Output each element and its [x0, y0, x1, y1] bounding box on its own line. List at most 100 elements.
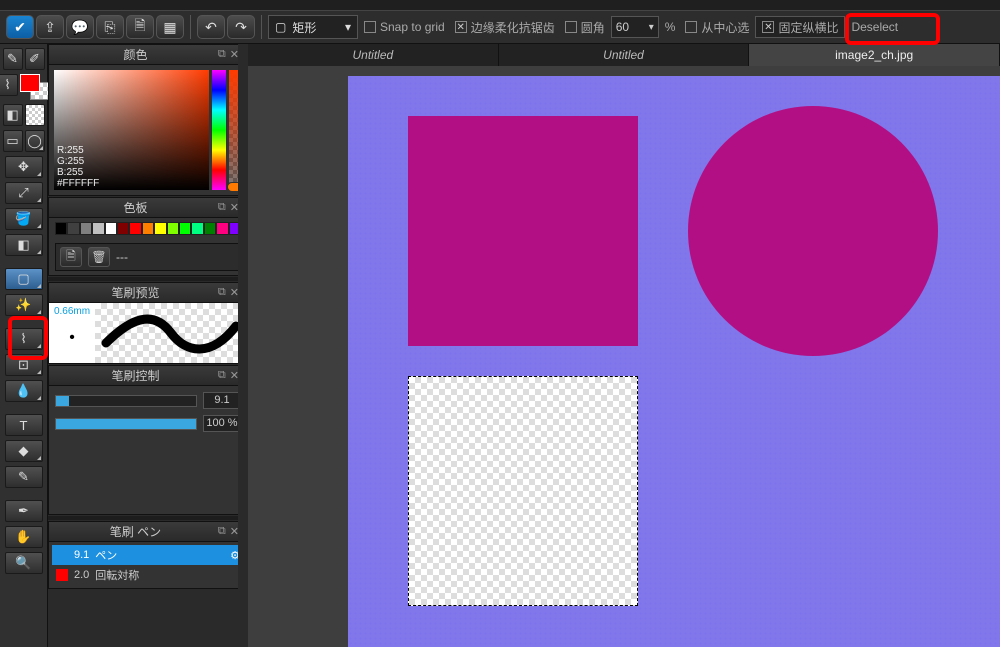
delete-swatch-button[interactable]: 🗑 [88, 247, 110, 267]
brush-row[interactable]: 2.0 回転対称 [52, 565, 244, 585]
rect-tool[interactable]: ▭ [3, 130, 23, 152]
gradient-tool[interactable]: ◧ [5, 234, 43, 256]
deselect-button[interactable]: Deselect [847, 20, 902, 34]
panel-header[interactable]: 笔刷控制 ⧉ ✕ [49, 366, 247, 386]
lock-aspect-option[interactable]: 固定纵横比 [755, 16, 845, 38]
brush-size: 2.0 [74, 569, 89, 581]
panel-header[interactable]: 颜色 ⧉ ✕ [49, 45, 247, 65]
g-value: G:255 [57, 156, 99, 167]
swatch[interactable] [129, 222, 141, 235]
ellipse-tool[interactable]: ◯ [25, 130, 45, 152]
brush-tool[interactable]: ✎ [3, 48, 23, 70]
main-toolbar: ✔ ⇪ 💬 ⎘ 🗎 ▦ ↶ ↷ ▢ 矩形 ▾ Snap to grid 边缘柔化… [0, 10, 1000, 44]
doc-tab[interactable]: image2_ch.jpg [749, 44, 1000, 66]
eraser-tool[interactable]: ◧ [3, 104, 23, 126]
swatch[interactable] [67, 222, 79, 235]
swatch[interactable] [179, 222, 191, 235]
grid-button[interactable]: ▦ [156, 15, 184, 39]
swatch[interactable] [55, 222, 67, 235]
lasso-tool[interactable]: ⌇ [5, 328, 43, 350]
swatch[interactable] [167, 222, 179, 235]
antialias-option[interactable]: 边缘柔化抗锯齿 [451, 19, 559, 36]
panel-header[interactable]: 色板 ⧉ ✕ [49, 198, 247, 218]
redo-button[interactable]: ↷ [227, 15, 255, 39]
magenta-square-shape[interactable] [408, 116, 638, 346]
magenta-circle-shape[interactable] [688, 106, 938, 356]
swatch[interactable] [92, 222, 104, 235]
swatch[interactable] [142, 222, 154, 235]
swatch[interactable] [117, 222, 129, 235]
from-center-option[interactable]: 从中心选 [681, 19, 753, 36]
checkbox[interactable] [685, 21, 697, 33]
swatch[interactable] [216, 222, 228, 235]
transform-tool[interactable]: ⤢ [5, 182, 43, 204]
divider [261, 15, 262, 39]
opacity-slider[interactable] [55, 418, 197, 430]
swatch[interactable] [154, 222, 166, 235]
swatch[interactable] [80, 222, 92, 235]
blur-tool[interactable]: 💧 [5, 380, 43, 402]
chevron-down-icon: ▾ [649, 22, 654, 33]
text-tool[interactable]: T [5, 414, 43, 436]
comment-button[interactable]: 💬 [66, 15, 94, 39]
brush-preview-canvas [95, 303, 247, 363]
checkbox[interactable] [455, 21, 467, 33]
swatch[interactable] [204, 222, 216, 235]
antialias-label: 边缘柔化抗锯齿 [471, 19, 555, 36]
wand-tool[interactable]: ✨ [5, 294, 43, 316]
undo-button[interactable]: ↶ [197, 15, 225, 39]
shape-tool[interactable]: ◆ [5, 440, 43, 462]
transparency-tool[interactable] [25, 104, 45, 126]
hand-tool[interactable]: ✋ [5, 526, 43, 548]
move-tool[interactable]: ✥ [5, 156, 43, 178]
eyedropper-tool[interactable]: ✎ [5, 466, 43, 488]
opacity-value[interactable]: 100 % [203, 415, 241, 432]
canvas[interactable] [348, 76, 1000, 647]
popout-icon[interactable]: ⧉ [216, 48, 228, 61]
checkbox[interactable] [364, 21, 376, 33]
b-value: B:255 [57, 167, 99, 178]
panels-column: 颜色 ⧉ ✕ R:255 G:255 B:255 #FFFFFF 色板 ⧉ ✕ … [48, 44, 248, 647]
new-swatch-button[interactable]: 🗎 [60, 247, 82, 267]
swatch[interactable] [105, 222, 117, 235]
zoom-tool[interactable]: 🔍 [5, 552, 43, 574]
popout-icon[interactable]: ⧉ [216, 201, 228, 214]
crop-tool[interactable]: ⊡ [5, 354, 43, 376]
snap-to-grid-option[interactable]: Snap to grid [360, 20, 449, 34]
airbrush-tool[interactable]: ⌇ [0, 74, 18, 96]
fg-color[interactable] [20, 74, 40, 92]
selection-rectangle[interactable] [408, 376, 638, 606]
popout-icon[interactable]: ⧉ [216, 286, 228, 299]
round-value-field[interactable]: 60 ▾ [611, 16, 659, 38]
round-label: 圆角 [581, 19, 605, 36]
round-corner-option[interactable]: 圆角 [561, 19, 609, 36]
marquee-select-tool[interactable]: ▢ [5, 268, 43, 290]
pencil-tool[interactable]: ✐ [25, 48, 45, 70]
size-slider[interactable] [55, 395, 197, 407]
pen-tool[interactable]: ✒ [5, 500, 43, 522]
center-label: 从中心选 [701, 19, 749, 36]
popout-icon[interactable]: ⧉ [216, 525, 228, 538]
brush-row[interactable]: 9.1 ペン ⚙ [52, 545, 244, 565]
checkbox[interactable] [565, 21, 577, 33]
shape-type-combo[interactable]: ▢ 矩形 ▾ [268, 15, 358, 39]
panel-header[interactable]: 笔刷预览 ⧉ ✕ [49, 283, 247, 303]
color-swatch[interactable] [20, 74, 50, 100]
popout-icon[interactable]: ⧉ [216, 369, 228, 382]
rgb-readout: R:255 G:255 B:255 #FFFFFF [57, 145, 99, 189]
doc-button[interactable]: 🗎 [126, 15, 154, 39]
size-value[interactable]: 9.1 [203, 392, 241, 409]
round-value: 60 [616, 20, 629, 34]
doc-tab[interactable]: Untitled [248, 44, 499, 66]
doc-tab[interactable]: Untitled [499, 44, 750, 66]
swatch[interactable] [191, 222, 203, 235]
panel-scrollbar[interactable] [238, 44, 248, 647]
checkbox[interactable] [762, 21, 774, 33]
commit-button[interactable]: ✔ [6, 15, 34, 39]
tab-label: Untitled [603, 48, 644, 62]
export-button[interactable]: ⇪ [36, 15, 64, 39]
panel-header[interactable]: 笔刷 ペン ⧉ ✕ [49, 522, 247, 542]
bucket-tool[interactable]: 🪣 [5, 208, 43, 230]
hue-slider[interactable] [212, 70, 226, 190]
share-button[interactable]: ⎘ [96, 15, 124, 39]
